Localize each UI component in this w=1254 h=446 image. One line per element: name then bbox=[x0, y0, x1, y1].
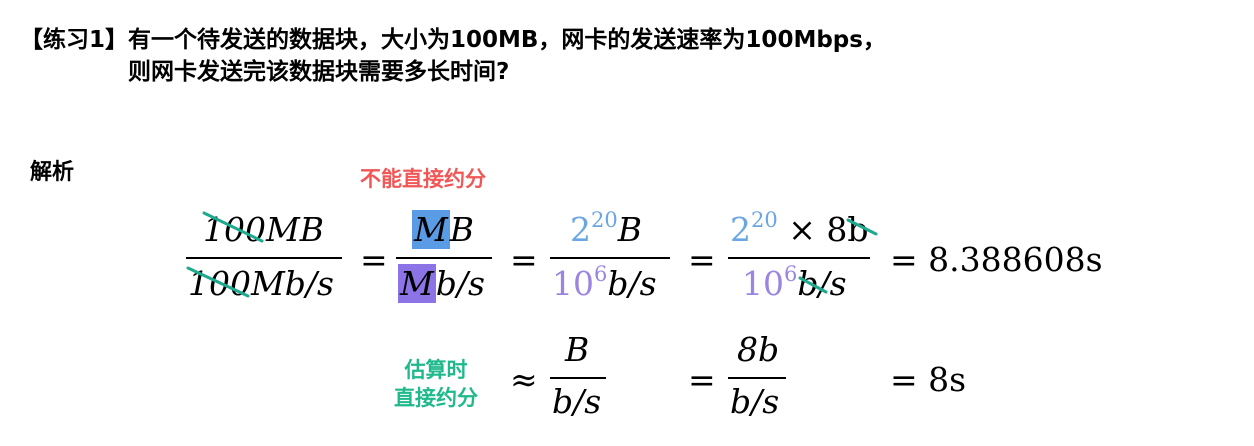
eq1-op3: = bbox=[688, 240, 716, 279]
analysis-label: 解析 bbox=[30, 160, 75, 185]
eq1-f2-bar bbox=[396, 257, 492, 259]
eq1-f3-den-unit: b/s bbox=[607, 264, 657, 303]
eq2-approx: ≈ bbox=[510, 360, 538, 399]
eq1-f3-numerator: 220B bbox=[570, 208, 642, 249]
eq1-f4-numerator: 220 × 8b bbox=[730, 208, 868, 249]
eq1-f4-den-exp: 6 bbox=[784, 262, 798, 286]
eq2-op: = bbox=[688, 360, 716, 399]
eq1-f4-denominator: 106b/s bbox=[742, 262, 847, 303]
estimate-note-line-1: 估算时 bbox=[404, 358, 468, 382]
eq1-f1-bar bbox=[186, 257, 342, 259]
eq1-f2-num-highlight: M bbox=[412, 210, 450, 249]
eq1-op1: = bbox=[360, 240, 388, 279]
eq1-f3-den-exp: 6 bbox=[594, 262, 608, 286]
eq1-f3-num-exp: 20 bbox=[591, 208, 618, 232]
question-line-2: 则网卡发送完该数据块需要多长时间? bbox=[128, 59, 510, 85]
eq1-f2-denominator: Mb/s bbox=[398, 264, 485, 303]
eq2-f2-bar bbox=[728, 377, 786, 379]
eq1-f3-denominator: 106b/s bbox=[552, 262, 657, 303]
eq1-f2-numerator: MB bbox=[412, 210, 474, 249]
eq2-result: = 8s bbox=[890, 360, 967, 399]
eq1-f4-num-rest: × 8b bbox=[777, 210, 869, 249]
eq1-f4-den-base: 10 bbox=[742, 264, 784, 303]
eq2-f2-numerator: 8b bbox=[737, 330, 780, 369]
eq1-f4-den-unit: b/s bbox=[797, 264, 847, 303]
eq1-f3-num-base: 2 bbox=[570, 210, 591, 249]
eq2-f1-bar bbox=[550, 377, 606, 379]
eq1-f2-den-highlight: M bbox=[398, 264, 436, 303]
eq1-f3-bar bbox=[550, 257, 670, 259]
eq1-f1-denominator: 100Mb/s bbox=[188, 264, 334, 303]
eq1-op2: = bbox=[510, 240, 538, 279]
eq1-result: = 8.388608s bbox=[890, 240, 1103, 279]
eq1-f3-den-base: 10 bbox=[552, 264, 594, 303]
eq2-f1-numerator: B bbox=[565, 330, 590, 369]
eq2-f2-denominator: b/s bbox=[730, 382, 780, 421]
eq1-f2-den-rest: b/s bbox=[435, 264, 485, 303]
estimate-note-line-2: 直接约分 bbox=[394, 386, 478, 410]
eq1-f3-num-unit: B bbox=[617, 210, 642, 249]
eq1-f1-numerator: 100MB bbox=[203, 210, 325, 249]
eq1-f4-num-base: 2 bbox=[730, 210, 751, 249]
eq1-f4-bar bbox=[728, 257, 870, 259]
eq1-f2-num-rest: B bbox=[449, 210, 475, 249]
estimate-note: 估算时 直接约分 bbox=[386, 356, 486, 412]
eq1-f4-num-exp: 20 bbox=[751, 208, 778, 232]
question-line-1: 【练习1】有一个待发送的数据块，大小为100MB，网卡的发送速率为100Mbps… bbox=[20, 27, 886, 53]
no-cancel-note: 不能直接约分 bbox=[360, 167, 486, 191]
eq2-f1-denominator: b/s bbox=[552, 382, 602, 421]
